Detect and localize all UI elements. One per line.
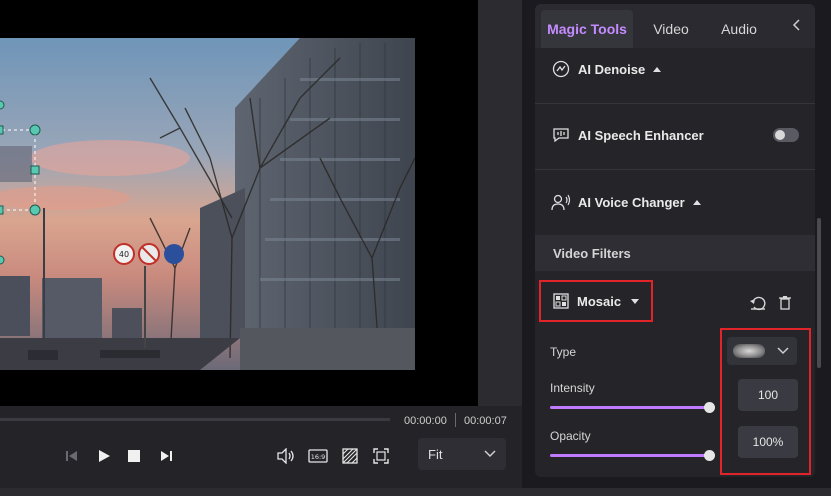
chevron-down-icon xyxy=(777,347,789,355)
total-time: 00:00:07 xyxy=(464,415,507,427)
reset-icon[interactable] xyxy=(749,294,767,312)
slider-thumb[interactable] xyxy=(704,450,715,461)
volume-icon xyxy=(277,448,294,464)
mosaic-filter-dropdown[interactable]: Mosaic xyxy=(539,280,653,322)
ai-denoise-label: AI Denoise xyxy=(578,61,646,77)
crop-button[interactable] xyxy=(340,446,360,466)
volume-button[interactable] xyxy=(276,446,296,466)
mosaic-type-select[interactable] xyxy=(727,337,797,365)
tab-video[interactable]: Video xyxy=(645,10,697,48)
panel-scrollbar[interactable] xyxy=(817,218,821,368)
aspect-ratio-icon: 16:9 xyxy=(308,449,328,463)
preview-area: 40 00:00:00 00:00:07 16:9 Fit xyxy=(0,0,522,496)
bottom-strip xyxy=(0,488,831,496)
speed-sign-label: 40 xyxy=(119,250,129,259)
zoom-fit-select[interactable]: Fit xyxy=(418,438,506,470)
video-frame-image: 40 xyxy=(0,38,415,370)
denoise-icon xyxy=(551,59,571,79)
speech-enhancer-toggle[interactable] xyxy=(773,128,799,142)
properties-panel: Magic Tools Video Audio AI Denoise AI Sp… xyxy=(535,4,815,477)
collapse-panel-button[interactable] xyxy=(785,14,807,36)
zoom-fit-value: Fit xyxy=(428,446,443,462)
time-separator xyxy=(455,413,456,427)
fullscreen-icon xyxy=(373,448,389,464)
slider-thumb[interactable] xyxy=(704,402,715,413)
aspect-ratio-label: 16:9 xyxy=(311,453,326,461)
voice-changer-icon xyxy=(551,192,571,212)
video-filters-header: Video Filters xyxy=(535,235,815,271)
intensity-label: Intensity xyxy=(550,381,595,395)
opacity-value-input[interactable]: 100% xyxy=(738,426,798,458)
ai-denoise-row[interactable]: AI Denoise xyxy=(535,58,815,80)
trash-icon[interactable] xyxy=(778,295,792,311)
preview-side-gutter xyxy=(478,0,522,406)
grid-hatch-icon xyxy=(342,448,358,464)
tab-magic-tools[interactable]: Magic Tools xyxy=(541,10,633,48)
stop-icon xyxy=(128,450,140,462)
panel-tabs: Magic Tools Video Audio xyxy=(535,4,815,48)
chevron-down-icon xyxy=(484,450,496,458)
divider xyxy=(535,103,815,104)
speech-enhancer-icon xyxy=(551,125,571,145)
caret-up-icon xyxy=(692,199,701,205)
timeline-seekbar[interactable] xyxy=(0,418,390,421)
caret-up-icon xyxy=(653,66,662,72)
play-button[interactable] xyxy=(94,446,114,466)
intensity-slider[interactable] xyxy=(550,402,715,413)
ai-voice-changer-row[interactable]: AI Voice Changer xyxy=(535,191,815,213)
caret-down-icon xyxy=(631,298,640,304)
opacity-label: Opacity xyxy=(550,429,591,443)
prev-frame-icon xyxy=(66,451,77,461)
aspect-ratio-button[interactable]: 16:9 xyxy=(307,446,329,466)
stop-button[interactable] xyxy=(124,446,144,466)
play-icon xyxy=(99,450,110,462)
toggle-knob xyxy=(775,130,785,140)
chevron-left-icon xyxy=(792,19,800,31)
ai-speech-enhancer-label: AI Speech Enhancer xyxy=(578,127,704,143)
intensity-value-input[interactable]: 100 xyxy=(738,379,798,411)
next-frame-icon xyxy=(161,451,172,461)
mosaic-icon xyxy=(553,293,569,309)
type-label: Type xyxy=(550,345,577,359)
ai-voice-changer-label: AI Voice Changer xyxy=(578,194,685,210)
fullscreen-button[interactable] xyxy=(371,446,391,466)
tab-audio[interactable]: Audio xyxy=(715,10,763,48)
video-frame[interactable]: 40 xyxy=(0,38,415,370)
divider xyxy=(535,169,815,170)
next-frame-button[interactable] xyxy=(156,446,176,466)
mosaic-label: Mosaic xyxy=(577,293,622,309)
mosaic-type-preview xyxy=(733,344,765,358)
prev-frame-button[interactable] xyxy=(62,446,82,466)
opacity-slider[interactable] xyxy=(550,450,715,461)
current-time: 00:00:00 xyxy=(404,415,447,427)
preview-stage: 40 xyxy=(0,0,478,406)
